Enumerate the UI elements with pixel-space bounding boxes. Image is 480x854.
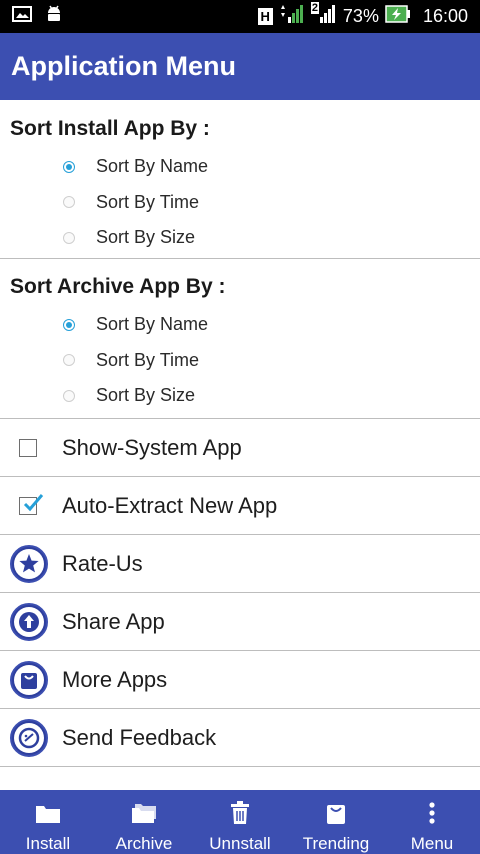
- more-vert-icon: [428, 798, 436, 828]
- radio-selected[interactable]: [63, 318, 75, 331]
- android-notification-icon: [46, 4, 62, 29]
- radio-label: Sort By Size: [96, 227, 196, 248]
- share-arrow-icon: [10, 602, 48, 641]
- radio-label: Sort By Name: [96, 314, 209, 335]
- auto-extract-label: Auto-Extract New App: [62, 492, 278, 518]
- archive-sort-option-time[interactable]: Sort By Time: [0, 343, 480, 379]
- show-system-app-row[interactable]: Show-System App: [0, 419, 480, 477]
- nav-uninstall-label: Unnstall: [209, 834, 271, 853]
- nav-trending[interactable]: Trending: [288, 790, 384, 854]
- more-apps-label: More Apps: [62, 666, 168, 692]
- radio-unselected[interactable]: [63, 231, 75, 244]
- archive-sort-section: Sort Archive App By : Sort By Name Sort …: [0, 259, 480, 419]
- share-app-row[interactable]: Share App: [0, 593, 480, 651]
- share-app-label: Share App: [62, 608, 165, 634]
- nav-archive-label: Archive: [115, 834, 173, 853]
- folders-icon: [130, 798, 158, 828]
- app-bar: Application Menu: [0, 33, 480, 100]
- radio-unselected[interactable]: [63, 196, 75, 209]
- install-sort-title: Sort Install App By :: [10, 117, 210, 140]
- send-feedback-label: Send Feedback: [62, 724, 217, 750]
- radio-label: Sort By Size: [96, 385, 196, 406]
- status-time: 16:00: [422, 6, 468, 26]
- nav-uninstall[interactable]: Unnstall: [192, 790, 288, 854]
- radio-label: Sort By Name: [96, 156, 209, 177]
- radio-unselected[interactable]: [63, 389, 75, 402]
- install-sort-option-time[interactable]: Sort By Time: [0, 185, 480, 221]
- more-apps-row[interactable]: More Apps: [0, 651, 480, 709]
- nav-archive[interactable]: Archive: [96, 790, 192, 854]
- bottom-navigation: Install Archive Unnstall Trending Menu: [0, 790, 480, 854]
- install-sort-option-size[interactable]: Sort By Size: [0, 220, 480, 256]
- archive-sort-title: Sort Archive App By :: [10, 275, 226, 298]
- gallery-notification-icon: [12, 6, 32, 27]
- rate-us-label: Rate-Us: [62, 550, 143, 576]
- menu-content: Sort Install App By : Sort By Name Sort …: [0, 100, 480, 767]
- signal-sim2-icon: 2: [310, 2, 337, 30]
- rate-us-row[interactable]: Rate-Us: [0, 535, 480, 593]
- show-system-app-checkbox[interactable]: [19, 438, 37, 457]
- battery-percent: 73%: [342, 6, 379, 26]
- radio-label: Sort By Time: [96, 191, 200, 212]
- sim2-badge: 2: [310, 2, 320, 14]
- install-sort-section: Sort Install App By : Sort By Name Sort …: [0, 100, 480, 259]
- hspa-network-icon: H: [257, 8, 273, 25]
- radio-label: Sort By Time: [96, 349, 200, 370]
- battery-charging-icon: [385, 5, 411, 28]
- feedback-icon: [10, 718, 48, 757]
- nav-install-label: Install: [25, 834, 71, 853]
- radio-unselected[interactable]: [63, 354, 75, 367]
- folder-icon: [34, 798, 62, 828]
- nav-install[interactable]: Install: [0, 790, 96, 854]
- shopping-bag-icon: [325, 798, 347, 828]
- archive-sort-option-name[interactable]: Sort By Name: [0, 307, 480, 343]
- show-system-app-label: Show-System App: [62, 434, 242, 460]
- install-sort-option-name[interactable]: Sort By Name: [0, 149, 480, 185]
- signal-sim1-icon: [279, 3, 305, 30]
- bag-icon: [10, 660, 48, 699]
- auto-extract-checkbox[interactable]: [19, 493, 44, 515]
- archive-sort-option-size[interactable]: Sort By Size: [0, 378, 480, 414]
- star-icon: [10, 544, 48, 583]
- checkmark-icon: [23, 493, 44, 511]
- radio-selected[interactable]: [63, 160, 75, 173]
- nav-menu[interactable]: Menu: [384, 790, 480, 854]
- status-bar: H 2 73% 16:00: [0, 0, 480, 33]
- page-title: Application Menu: [11, 51, 236, 81]
- nav-menu-label: Menu: [410, 834, 454, 853]
- send-feedback-row[interactable]: Send Feedback: [0, 709, 480, 767]
- auto-extract-row[interactable]: Auto-Extract New App: [0, 477, 480, 535]
- nav-trending-label: Trending: [302, 834, 370, 853]
- trash-icon: [229, 798, 251, 828]
